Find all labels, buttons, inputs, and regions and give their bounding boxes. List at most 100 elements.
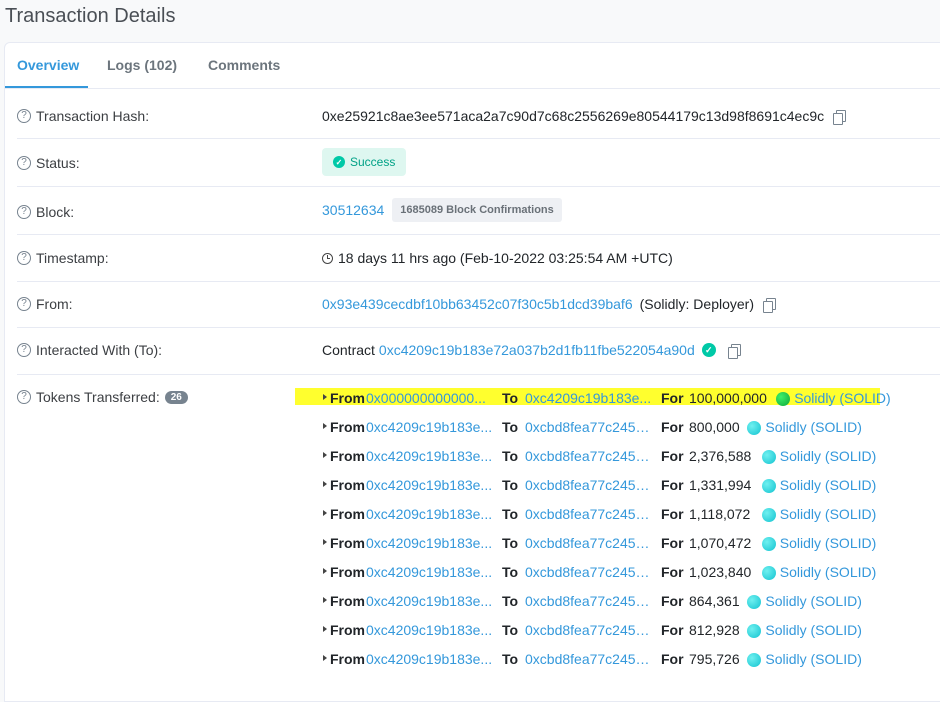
from-label: From <box>330 419 365 435</box>
token-transfer-row: From 0xc4209c19b183e... To 0xcbd8fea77c2452… <box>305 561 935 583</box>
to-label: To <box>502 477 519 493</box>
transfer-from-address[interactable]: 0xc4209c19b183e... <box>366 593 493 609</box>
for-label: For <box>661 564 684 580</box>
transfer-to-address[interactable]: 0xcbd8fea77c2452... <box>525 564 653 580</box>
to-label: To <box>502 593 519 609</box>
label-status: ? Status: <box>17 155 80 171</box>
token-transfer-row: From 0xc4209c19b183e... To 0xcbd8fea77c2452… <box>305 590 935 612</box>
tab-overview[interactable]: Overview <box>17 57 79 73</box>
token-transfer-row: From 0xc4209c19b183e... To 0xcbd8fea77c2452… <box>305 648 935 670</box>
contract-address-link[interactable]: 0xc4209c19b183e72a037b2d1fb11fbe522054a9… <box>379 342 695 358</box>
token-name-link[interactable]: Solidly (SOLID) <box>794 390 890 406</box>
question-icon[interactable]: ? <box>17 297 31 311</box>
value-status: ✓ Success <box>322 148 407 176</box>
token-name-link[interactable]: Solidly (SOLID) <box>765 419 861 435</box>
token-name-link[interactable]: Solidly (SOLID) <box>780 506 876 522</box>
from-address-tag: (Solidly: Deployer) <box>639 296 754 312</box>
to-label: To <box>502 390 519 406</box>
tab-comments[interactable]: Comments <box>208 57 280 73</box>
transfer-amount: 100,000,000 <box>689 390 767 406</box>
for-label: For <box>661 448 684 464</box>
token-name-link[interactable]: Solidly (SOLID) <box>765 622 861 638</box>
token-logo-icon <box>761 508 776 522</box>
token-logo-icon <box>761 566 776 580</box>
token-name-link[interactable]: Solidly (SOLID) <box>780 564 876 580</box>
caret-right-icon[interactable] <box>323 423 327 429</box>
row-timestamp: ? Timestamp: 18 days 11 hrs ago (Feb-10-… <box>17 235 940 282</box>
from-address-link[interactable]: 0x93e439cecdbf10bb63452c07f30c5b1dcd39ba… <box>322 296 633 312</box>
token-logo-icon <box>747 624 762 638</box>
caret-right-icon[interactable] <box>323 481 327 487</box>
transfer-amount: 1,023,840 <box>689 564 752 580</box>
question-icon[interactable]: ? <box>17 343 31 357</box>
tab-bar: Overview Logs (102) Comments <box>5 43 940 89</box>
transfer-from-address[interactable]: 0xc4209c19b183e... <box>366 651 493 667</box>
value-from: 0x93e439cecdbf10bb63452c07f30c5b1dcd39ba… <box>322 296 776 313</box>
from-label: From <box>330 564 365 580</box>
transfer-from-address[interactable]: 0xc4209c19b183e... <box>366 535 493 551</box>
caret-right-icon[interactable] <box>323 626 327 632</box>
to-label: To <box>502 622 519 638</box>
for-label: For <box>661 506 684 522</box>
copy-icon[interactable] <box>833 109 847 125</box>
question-icon[interactable]: ? <box>17 390 31 404</box>
transfer-to-address[interactable]: 0xcbd8fea77c2452... <box>525 651 653 667</box>
label-transaction-hash: ? Transaction Hash: <box>17 108 149 124</box>
transfer-to-address[interactable]: 0xcbd8fea77c2452... <box>525 448 653 464</box>
question-icon[interactable]: ? <box>17 109 31 123</box>
question-icon[interactable]: ? <box>17 156 31 170</box>
token-name-link[interactable]: Solidly (SOLID) <box>765 593 861 609</box>
caret-right-icon[interactable] <box>323 568 327 574</box>
caret-right-icon[interactable] <box>323 655 327 661</box>
transfer-from-address[interactable]: 0xc4209c19b183e... <box>366 564 493 580</box>
transfer-from-address[interactable]: 0xc4209c19b183e... <box>366 506 493 522</box>
transfer-from-address[interactable]: 0x000000000000... <box>366 390 493 406</box>
copy-icon[interactable] <box>763 297 776 313</box>
value-timestamp: 18 days 11 hrs ago (Feb-10-2022 03:25:54… <box>322 250 673 266</box>
token-name-link[interactable]: Solidly (SOLID) <box>765 651 861 667</box>
row-status: ? Status: ✓ Success <box>17 139 940 187</box>
tab-logs[interactable]: Logs (102) <box>107 57 177 73</box>
for-label: For <box>661 651 684 667</box>
from-label: From <box>330 651 365 667</box>
caret-right-icon[interactable] <box>323 394 327 400</box>
caret-right-icon[interactable] <box>323 597 327 603</box>
token-transfer-row: From 0x000000000000... To 0xc4209c19b183e..… <box>305 387 935 409</box>
transfer-to-address[interactable]: 0xc4209c19b183e... <box>525 390 653 406</box>
transfer-to-address[interactable]: 0xcbd8fea77c2452... <box>525 419 653 435</box>
block-number-link[interactable]: 30512634 <box>322 202 384 218</box>
transfer-from-address[interactable]: 0xc4209c19b183e... <box>366 419 493 435</box>
to-label: To <box>502 564 519 580</box>
question-icon[interactable]: ? <box>17 251 31 265</box>
transfer-from-address[interactable]: 0xc4209c19b183e... <box>366 622 493 638</box>
token-name-link[interactable]: Solidly (SOLID) <box>780 535 876 551</box>
transfer-from-address[interactable]: 0xc4209c19b183e... <box>366 477 493 493</box>
transfer-to-address[interactable]: 0xcbd8fea77c2452... <box>525 593 653 609</box>
transfer-to-address[interactable]: 0xcbd8fea77c2452... <box>525 535 653 551</box>
for-label: For <box>661 390 684 406</box>
question-icon[interactable]: ? <box>17 205 31 219</box>
token-name-link[interactable]: Solidly (SOLID) <box>780 448 876 464</box>
token-count-badge: 26 <box>164 390 188 404</box>
label-block: ? Block: <box>17 204 74 220</box>
to-label: To <box>502 419 519 435</box>
caret-right-icon[interactable] <box>323 452 327 458</box>
caret-right-icon[interactable] <box>323 510 327 516</box>
transfer-amount: 2,376,588 <box>689 448 752 464</box>
transfer-amount: 1,070,472 <box>689 535 752 551</box>
transfer-from-address[interactable]: 0xc4209c19b183e... <box>366 448 493 464</box>
transfer-to-address[interactable]: 0xcbd8fea77c2452... <box>525 622 653 638</box>
token-name-link[interactable]: Solidly (SOLID) <box>780 477 876 493</box>
token-transfer-row: From 0xc4209c19b183e... To 0xcbd8fea77c2452… <box>305 445 935 467</box>
transfer-to-address[interactable]: 0xcbd8fea77c2452... <box>525 506 653 522</box>
transfer-to-address[interactable]: 0xcbd8fea77c2452... <box>525 477 653 493</box>
from-label: From <box>330 448 365 464</box>
row-from: ? From: 0x93e439cecdbf10bb63452c07f30c5b… <box>17 282 940 328</box>
transfer-amount: 795,726 <box>689 651 740 667</box>
token-logo-icon <box>761 537 776 551</box>
for-label: For <box>661 593 684 609</box>
copy-icon[interactable] <box>727 343 741 359</box>
caret-right-icon[interactable] <box>323 539 327 545</box>
label-tokens-transferred: ? Tokens Transferred: 26 <box>17 389 188 405</box>
from-label: From <box>330 390 365 406</box>
